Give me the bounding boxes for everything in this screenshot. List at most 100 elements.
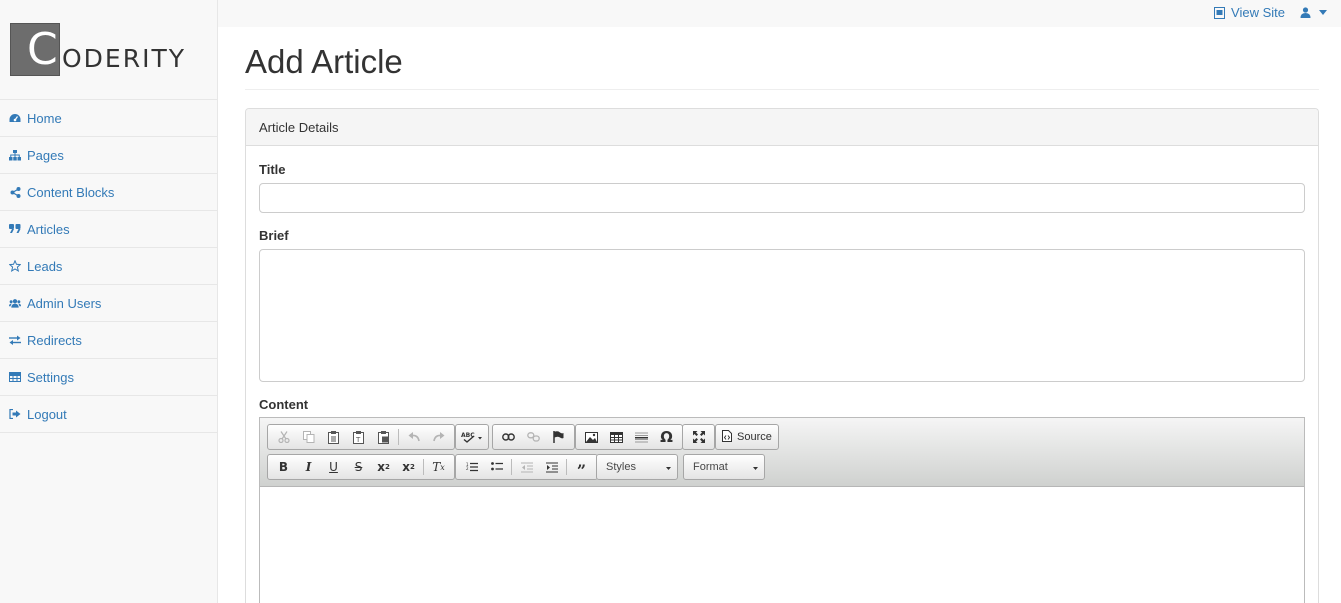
sidebar-item-label: Admin Users [27, 295, 102, 311]
remove-format-icon[interactable]: Tx [426, 456, 451, 478]
toolbar-separator [566, 459, 567, 475]
paragraph-group: 12 ” [455, 454, 598, 480]
source-label: Source [737, 431, 772, 443]
copy-icon[interactable] [296, 426, 321, 448]
cut-icon[interactable] [271, 426, 296, 448]
brand-logo[interactable]: C ODERITY [10, 23, 186, 76]
subscript-icon[interactable]: x2 [371, 456, 396, 478]
unlink-icon[interactable] [521, 426, 546, 448]
star-icon [9, 260, 21, 272]
italic-icon[interactable]: I [296, 456, 321, 478]
sitemap-icon [9, 149, 21, 161]
brief-textarea[interactable] [259, 249, 1305, 382]
outdent-icon[interactable] [514, 456, 539, 478]
styles-dropdown[interactable]: Styles [596, 454, 678, 480]
user-menu[interactable] [1299, 7, 1329, 19]
table-icon [9, 371, 21, 383]
horizontal-rule-icon[interactable] [629, 426, 654, 448]
external-page-icon [1213, 6, 1225, 19]
paste-icon[interactable] [321, 426, 346, 448]
sidebar-item-label: Articles [27, 221, 70, 237]
toolbar-separator [398, 429, 399, 445]
maximize-icon[interactable] [686, 426, 711, 448]
paste-text-icon[interactable]: T [346, 426, 371, 448]
content-label: Content [259, 397, 309, 412]
styles-label: Styles [606, 461, 636, 473]
sidebar-item-label: Pages [27, 147, 64, 163]
sign-out-icon [9, 408, 21, 420]
sidebar-item-label: Leads [27, 258, 63, 274]
links-group [492, 424, 575, 450]
rich-text-editor: T ABC Ω Source B I U S x 2 x 2 T x 1 2 ”… [259, 417, 1305, 603]
sidebar-item-articles[interactable]: Articles [0, 211, 218, 248]
format-label: Format [693, 461, 728, 473]
paste-word-icon[interactable] [371, 426, 396, 448]
source-button[interactable]: Source [718, 429, 776, 445]
sidebar-item-admin-users[interactable]: Admin Users [0, 285, 218, 322]
underline-icon[interactable]: U [321, 456, 346, 478]
table-icon[interactable] [604, 426, 629, 448]
format-dropdown[interactable]: Format [683, 454, 765, 480]
bulleted-list-icon[interactable] [484, 456, 509, 478]
title-label: Title [259, 162, 286, 177]
basic-styles-group: B I U S x2 x2 Tx [267, 454, 455, 480]
logo-letter: C [27, 24, 58, 75]
sidebar-item-label: Home [27, 110, 62, 126]
insert-group: Ω [575, 424, 683, 450]
toolbar-separator [511, 459, 512, 475]
sidebar-item-label: Logout [27, 406, 67, 422]
indent-icon[interactable] [539, 456, 564, 478]
superscript-icon[interactable]: x2 [396, 456, 421, 478]
page-title: Add Article [245, 43, 403, 80]
dashboard-icon [9, 112, 21, 124]
title-divider [245, 89, 1319, 90]
editor-toolbar: T ABC Ω Source B I U S x 2 x 2 T x 1 2 ”… [260, 418, 1304, 487]
view-site-label: View Site [1231, 5, 1285, 20]
user-icon [1299, 7, 1311, 19]
svg-text:2: 2 [466, 466, 469, 471]
users-icon [9, 297, 21, 309]
sidebar-item-content-blocks[interactable]: Content Blocks [0, 174, 218, 211]
sidebar-item-label: Settings [27, 369, 74, 385]
sidebar-item-logout[interactable]: Logout [0, 396, 218, 433]
undo-icon[interactable] [401, 426, 426, 448]
sidebar-item-label: Redirects [27, 332, 82, 348]
anchor-icon[interactable] [546, 426, 571, 448]
sidebar-item-leads[interactable]: Leads [0, 248, 218, 285]
source-icon [722, 429, 732, 445]
bold-icon[interactable]: B [271, 456, 296, 478]
source-group: Source [715, 424, 779, 450]
redo-icon[interactable] [426, 426, 451, 448]
image-icon[interactable] [579, 426, 604, 448]
special-char-icon[interactable]: Ω [654, 426, 679, 448]
strike-icon[interactable]: S [346, 456, 371, 478]
maximize-group [682, 424, 715, 450]
spellcheck-icon[interactable]: ABC [458, 426, 486, 448]
numbered-list-icon[interactable]: 12 [459, 456, 484, 478]
sidebar-item-pages[interactable]: Pages [0, 137, 218, 174]
sidebar: C ODERITY Home Pages Content Blocks Arti… [0, 0, 218, 603]
caret-down-icon [1317, 7, 1329, 19]
exchange-icon [9, 334, 21, 346]
sidebar-item-settings[interactable]: Settings [0, 359, 218, 396]
sidebar-item-label: Content Blocks [27, 184, 115, 200]
svg-text:T: T [355, 436, 361, 444]
chevron-down-icon [753, 461, 758, 473]
sidebar-nav: Home Pages Content Blocks Articles Leads [0, 99, 218, 433]
panel-heading: Article Details [246, 109, 1318, 146]
sidebar-item-redirects[interactable]: Redirects [0, 322, 218, 359]
quote-icon [9, 223, 21, 235]
title-input[interactable] [259, 183, 1305, 213]
link-icon[interactable] [496, 426, 521, 448]
share-icon [9, 186, 21, 198]
toolbar-separator [423, 459, 424, 475]
view-site-link[interactable]: View Site [1213, 5, 1285, 20]
clipboard-group: T [267, 424, 455, 450]
svg-text:ABC: ABC [461, 432, 475, 439]
spellcheck-group: ABC [455, 424, 489, 450]
editor-content-area[interactable] [260, 487, 1304, 603]
blockquote-icon[interactable]: ” [569, 456, 594, 480]
chevron-down-icon [666, 461, 671, 473]
brief-label: Brief [259, 228, 289, 243]
sidebar-item-home[interactable]: Home [0, 100, 218, 137]
